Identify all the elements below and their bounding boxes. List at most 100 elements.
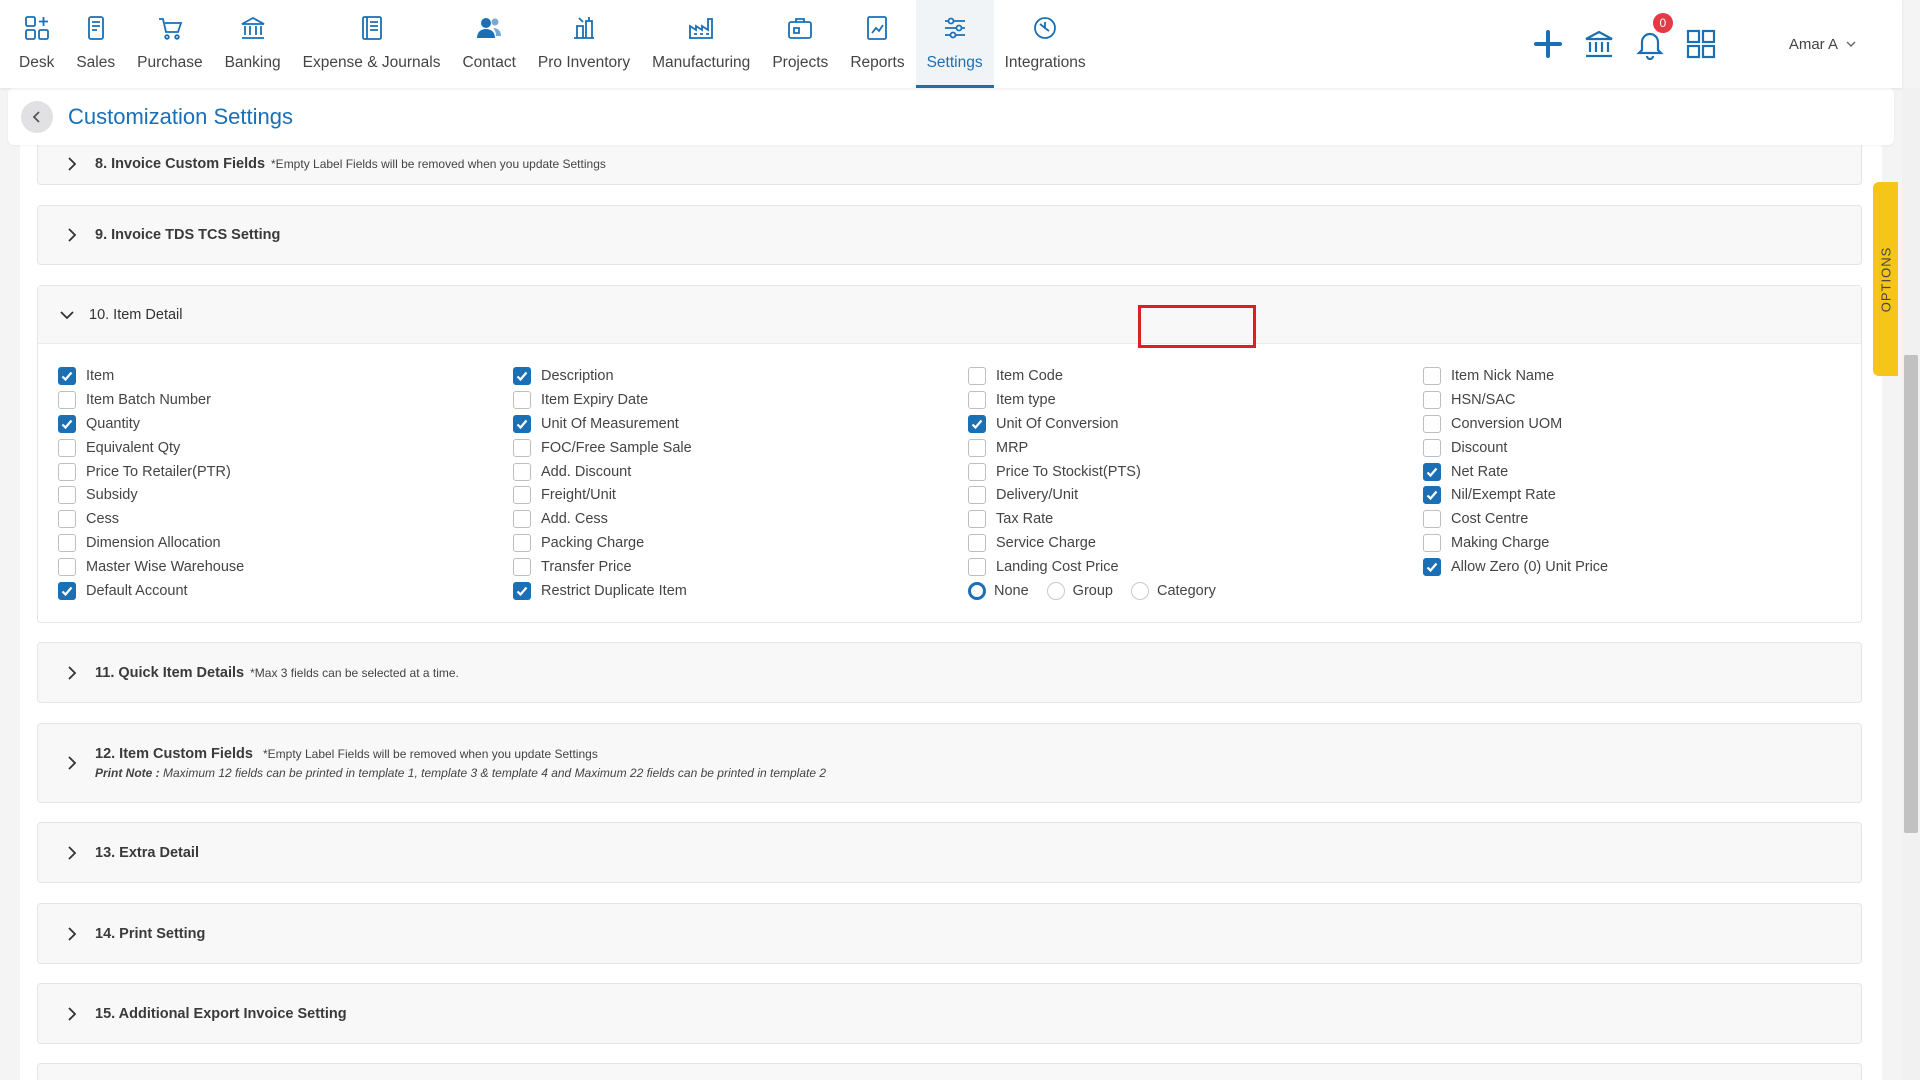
nav-item-reports[interactable]: Reports (839, 0, 915, 88)
option-checkbox-row[interactable]: Discount (1423, 436, 1608, 460)
checkbox-unchecked[interactable] (968, 438, 986, 457)
option-checkbox-row[interactable]: Price To Retailer(PTR) (58, 460, 244, 484)
option-checkbox-row[interactable]: Price To Stockist(PTS) (968, 460, 1234, 484)
add-button[interactable] (1531, 27, 1565, 61)
checkbox-unchecked[interactable] (968, 462, 986, 481)
option-checkbox-row[interactable]: Packing Charge (513, 531, 692, 555)
checkbox-unchecked[interactable] (513, 534, 531, 553)
option-checkbox-row[interactable]: Cess (58, 507, 244, 531)
option-checkbox-row[interactable]: Landing Cost Price (968, 555, 1234, 579)
checkbox-unchecked[interactable] (513, 558, 531, 577)
option-checkbox-row[interactable]: Master Wise Warehouse (58, 555, 244, 579)
nav-item-integrations[interactable]: Integrations (994, 0, 1097, 88)
checkbox-unchecked[interactable] (968, 534, 986, 553)
option-checkbox-row[interactable]: Item Expiry Date (513, 388, 692, 412)
section-title[interactable]: 13. Extra Detail (95, 845, 199, 861)
scrollbar-thumb[interactable] (1904, 355, 1918, 833)
checkbox-unchecked[interactable] (513, 462, 531, 481)
radio-unselected[interactable] (1130, 581, 1149, 600)
checkbox-unchecked[interactable] (58, 462, 76, 481)
nav-item-contact[interactable]: Contact (451, 0, 526, 88)
option-checkbox-row[interactable]: Delivery/Unit (968, 483, 1234, 507)
checkbox-unchecked[interactable] (58, 510, 76, 529)
bank-shortcut-button[interactable] (1582, 27, 1616, 61)
option-checkbox-row[interactable]: Item Batch Number (58, 388, 244, 412)
section-title[interactable]: 11. Quick Item Details (95, 665, 244, 681)
nav-item-settings[interactable]: Settings (915, 0, 994, 88)
nav-item-projects[interactable]: Projects (761, 0, 839, 88)
option-checkbox-row[interactable]: Nil/Exempt Rate (1423, 483, 1608, 507)
section-title[interactable]: 10. Item Detail (89, 307, 183, 323)
checkbox-unchecked[interactable] (1423, 534, 1441, 553)
section-title[interactable]: 15. Additional Export Invoice Setting (95, 1006, 347, 1022)
checkbox-unchecked[interactable] (968, 558, 986, 577)
chevron-right-icon[interactable] (65, 228, 79, 242)
option-checkbox-row[interactable]: Unit Of Conversion (968, 412, 1234, 436)
checkbox-checked[interactable] (58, 414, 76, 433)
checkbox-checked[interactable] (1423, 486, 1441, 505)
checkbox-unchecked[interactable] (968, 366, 986, 385)
nav-item-manufacturing[interactable]: Manufacturing (641, 0, 761, 88)
checkbox-unchecked[interactable] (1423, 510, 1441, 529)
radio-option[interactable]: None (968, 581, 1029, 600)
checkbox-unchecked[interactable] (513, 390, 531, 409)
checkbox-checked[interactable] (58, 581, 76, 600)
option-checkbox-row[interactable]: Restrict Duplicate Item (513, 579, 692, 603)
checkbox-unchecked[interactable] (58, 438, 76, 457)
checkbox-unchecked[interactable] (1423, 438, 1441, 457)
option-checkbox-row[interactable]: MRP (968, 436, 1234, 460)
option-checkbox-row[interactable]: Item type (968, 388, 1234, 412)
checkbox-unchecked[interactable] (968, 486, 986, 505)
option-checkbox-row[interactable]: Transfer Price (513, 555, 692, 579)
option-checkbox-row[interactable]: Tax Rate (968, 507, 1234, 531)
chevron-right-icon[interactable] (65, 1006, 79, 1021)
option-checkbox-row[interactable]: Equivalent Qty (58, 436, 244, 460)
options-tab[interactable]: OPTIONS (1873, 182, 1898, 376)
user-menu[interactable]: Amar A (1789, 36, 1856, 53)
option-checkbox-row[interactable]: Add. Cess (513, 507, 692, 531)
checkbox-unchecked[interactable] (513, 438, 531, 457)
section-title[interactable]: 8. Invoice Custom Fields (95, 156, 265, 172)
checkbox-unchecked[interactable] (58, 390, 76, 409)
option-checkbox-row[interactable]: Item (58, 364, 244, 388)
option-checkbox-row[interactable]: Description (513, 364, 692, 388)
option-checkbox-row[interactable]: Unit Of Measurement (513, 412, 692, 436)
back-button[interactable] (21, 100, 53, 133)
checkbox-checked[interactable] (58, 366, 76, 385)
nav-item-sales[interactable]: Sales (65, 0, 126, 88)
section-title[interactable]: 14. Print Setting (95, 926, 205, 942)
checkbox-unchecked[interactable] (513, 510, 531, 529)
checkbox-unchecked[interactable] (58, 534, 76, 553)
chevron-right-icon[interactable] (65, 756, 79, 770)
checkbox-unchecked[interactable] (968, 510, 986, 529)
checkbox-unchecked[interactable] (513, 486, 531, 505)
section-title[interactable]: 9. Invoice TDS TCS Setting (95, 227, 280, 243)
option-checkbox-row[interactable]: HSN/SAC (1423, 388, 1608, 412)
option-checkbox-row[interactable]: Freight/Unit (513, 483, 692, 507)
option-checkbox-row[interactable]: Item Nick Name (1423, 364, 1608, 388)
chevron-right-icon[interactable] (65, 665, 79, 680)
nav-item-purchase[interactable]: Purchase (126, 0, 213, 88)
radio-option[interactable]: Group (1046, 581, 1113, 600)
nav-item-desk[interactable]: Desk (8, 0, 65, 88)
checkbox-checked[interactable] (513, 581, 531, 600)
option-checkbox-row[interactable]: Item Code (968, 364, 1234, 388)
checkbox-checked[interactable] (1423, 558, 1441, 577)
checkbox-checked[interactable] (513, 366, 531, 385)
option-checkbox-row[interactable]: Cost Centre (1423, 507, 1608, 531)
option-checkbox-row[interactable]: Allow Zero (0) Unit Price (1423, 555, 1608, 579)
chevron-right-icon[interactable] (65, 157, 79, 171)
option-checkbox-row[interactable]: Add. Discount (513, 460, 692, 484)
option-checkbox-row[interactable]: Default Account (58, 579, 244, 603)
option-checkbox-row[interactable]: Quantity (58, 412, 244, 436)
notifications-button[interactable]: 0 (1633, 13, 1673, 61)
option-checkbox-row[interactable]: Service Charge (968, 531, 1234, 555)
nav-item-expense-journals[interactable]: Expense & Journals (292, 0, 452, 88)
checkbox-unchecked[interactable] (968, 390, 986, 409)
apps-button[interactable] (1684, 27, 1718, 61)
radio-option[interactable]: Category (1130, 581, 1216, 600)
option-checkbox-row[interactable]: Net Rate (1423, 460, 1608, 484)
checkbox-unchecked[interactable] (58, 558, 76, 577)
option-checkbox-row[interactable]: Dimension Allocation (58, 531, 244, 555)
section-title[interactable]: 12. Item Custom Fields (95, 746, 253, 762)
